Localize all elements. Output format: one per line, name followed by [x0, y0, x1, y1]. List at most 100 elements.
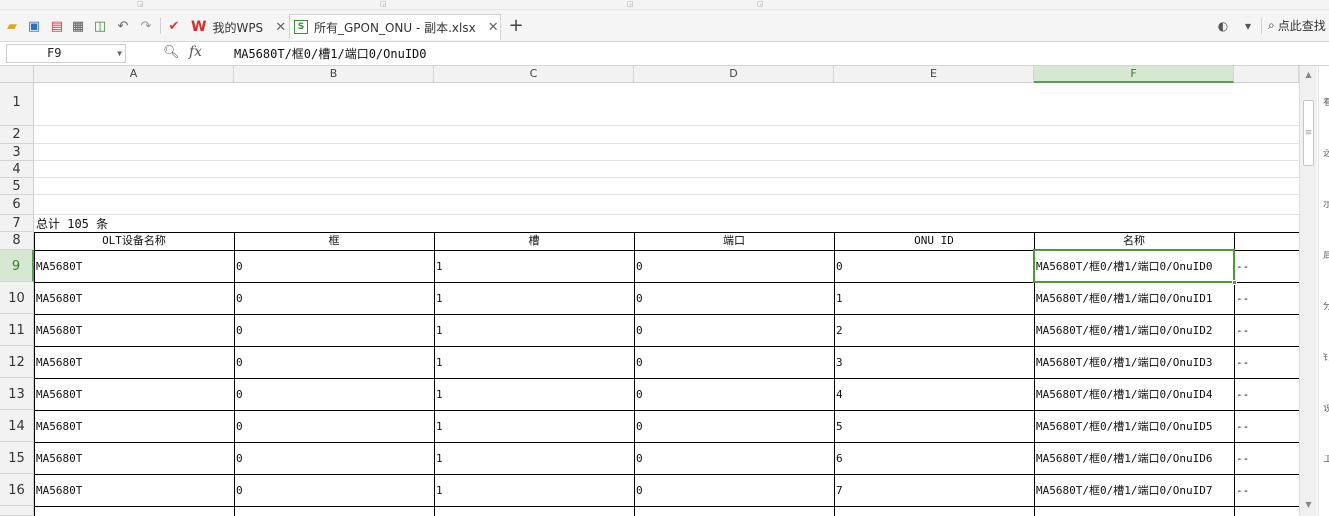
table-cell[interactable]: 0 [634, 282, 834, 314]
table-cell[interactable]: 0 [634, 378, 834, 410]
table-cell[interactable]: MA5680T [34, 474, 234, 506]
pdf-icon[interactable]: ▤ [48, 17, 66, 35]
table-cell[interactable]: 1 [434, 442, 634, 474]
close-icon[interactable]: ✕ [275, 20, 286, 35]
table-cell[interactable]: 0 [634, 250, 834, 282]
table-cell[interactable]: -- [1234, 282, 1299, 314]
row-header[interactable]: 12 [0, 346, 34, 378]
table-cell[interactable]: MA5680T [34, 250, 234, 282]
inbox-icon[interactable]: ▾ [1240, 18, 1256, 34]
print-icon[interactable]: ▦ [69, 17, 87, 35]
table-cell[interactable]: 1 [434, 314, 634, 346]
table-cell[interactable]: MA5680T/框0/槽1/端口0/OnuID2 [1034, 314, 1234, 346]
table-cell[interactable]: 0 [234, 250, 434, 282]
column-header-f[interactable]: F [1034, 66, 1234, 83]
table-cell[interactable]: 1 [434, 410, 634, 442]
task-pane-button[interactable]: 工 [1323, 455, 1329, 465]
table-cell[interactable]: 1 [434, 250, 634, 282]
table-cell[interactable]: 1 [434, 346, 634, 378]
print-preview-icon[interactable]: ◫ [91, 17, 109, 35]
search-box[interactable]: ⌕ 点此查找 [1268, 17, 1326, 34]
table-cell[interactable]: 1 [434, 378, 634, 410]
select-all-corner[interactable] [0, 66, 34, 83]
column-header-b[interactable]: B [234, 66, 434, 83]
table-cell[interactable]: 0 [234, 378, 434, 410]
task-pane-button[interactable]: 选 [1323, 149, 1329, 159]
column-header-a[interactable]: A [34, 66, 234, 83]
table-cell[interactable]: 0 [234, 346, 434, 378]
table-cell[interactable]: 0 [634, 346, 834, 378]
launcher-icon[interactable]: ◲ [627, 0, 635, 8]
task-pane-button[interactable]: 钉 [1323, 353, 1329, 363]
table-cell[interactable]: MA5680T [34, 410, 234, 442]
new-tab-plus-icon[interactable]: + [507, 17, 525, 35]
table-cell[interactable]: -- [1234, 346, 1299, 378]
table-cell[interactable]: MA5680T [34, 282, 234, 314]
row-header[interactable]: 6 [0, 195, 34, 215]
table-cell[interactable]: 5 [834, 410, 1034, 442]
row-header[interactable]: 13 [0, 378, 34, 410]
table-cell[interactable]: 0 [234, 314, 434, 346]
table-cell[interactable]: -- [1234, 474, 1299, 506]
name-box[interactable]: F9 ▼ [6, 44, 126, 63]
table-cell[interactable]: 0 [634, 474, 834, 506]
table-cell[interactable]: MA5680T [34, 314, 234, 346]
formula-input[interactable]: MA5680T/框0/槽1/端口0/OnuID0 [234, 45, 427, 62]
table-cell[interactable]: MA5680T/框0/槽1/端口0/OnuID3 [1034, 346, 1234, 378]
table-cell[interactable]: 1 [834, 282, 1034, 314]
table-cell[interactable]: 0 [234, 442, 434, 474]
table-cell[interactable]: 0 [634, 314, 834, 346]
table-cell[interactable]: 0 [834, 250, 1034, 282]
table-cell[interactable]: 6 [834, 442, 1034, 474]
column-header-d[interactable]: D [634, 66, 834, 83]
row-header[interactable]: 2 [0, 126, 34, 144]
table-cell[interactable]: -- [1234, 314, 1299, 346]
table-cell[interactable]: 3 [834, 346, 1034, 378]
row-header[interactable]: 9 [0, 250, 34, 282]
scroll-down-arrow-icon[interactable]: ▼ [1300, 498, 1317, 512]
table-cell[interactable]: MA5680T [34, 442, 234, 474]
chevron-down-icon[interactable]: ▼ [117, 45, 122, 62]
save-icon[interactable]: ▣ [25, 17, 43, 35]
table-cell[interactable]: 0 [234, 410, 434, 442]
row-header[interactable]: 14 [0, 410, 34, 442]
table-cell[interactable]: MA5680T/框0/槽1/端口0/OnuID1 [1034, 282, 1234, 314]
row-header[interactable]: 10 [0, 282, 34, 314]
row-header[interactable]: 7 [0, 215, 34, 232]
table-cell[interactable]: 1 [434, 474, 634, 506]
insert-function-icon[interactable]: fx [189, 44, 202, 60]
close-icon[interactable]: ✕ [488, 20, 499, 35]
scroll-up-arrow-icon[interactable]: ▲ [1300, 68, 1317, 82]
table-cell[interactable]: -- [1234, 442, 1299, 474]
tab-my-wps[interactable]: W 我的WPS ✕ [187, 14, 287, 40]
task-pane-button[interactable]: 示 [1323, 200, 1329, 210]
table-cell[interactable]: 2 [834, 314, 1034, 346]
table-cell[interactable]: MA5680T [34, 346, 234, 378]
customize-toolbar-icon[interactable]: ✔ [165, 17, 183, 35]
table-cell[interactable]: 7 [834, 474, 1034, 506]
table-cell[interactable]: MA5680T/框0/槽1/端口0/OnuID7 [1034, 474, 1234, 506]
task-pane-button[interactable]: 看 [1323, 98, 1329, 108]
table-cell[interactable]: 0 [234, 282, 434, 314]
table-cell[interactable]: MA5680T/框0/槽1/端口0/OnuID5 [1034, 410, 1234, 442]
row-header[interactable]: 4 [0, 161, 34, 178]
task-pane-button[interactable]: 设 [1323, 404, 1329, 414]
table-cell[interactable]: -- [1234, 410, 1299, 442]
tab-active-workbook[interactable]: S 所有_GPON_ONU - 副本.xlsx ✕ [289, 14, 501, 40]
row-header[interactable]: 1 [0, 83, 34, 126]
task-pane-button[interactable]: 分 [1323, 302, 1329, 312]
table-cell[interactable]: 4 [834, 378, 1034, 410]
fill-handle[interactable] [1232, 280, 1237, 285]
column-header-e[interactable]: E [834, 66, 1034, 83]
row-header[interactable]: 15 [0, 442, 34, 474]
vertical-scrollbar[interactable]: ▲ ≡ ▼ [1299, 66, 1317, 516]
launcher-icon[interactable]: ◲ [380, 0, 388, 8]
task-pane-button[interactable]: 启 [1323, 251, 1329, 261]
row-header[interactable] [0, 506, 34, 516]
table-cell[interactable]: 0 [234, 474, 434, 506]
redo-icon[interactable]: ↷ [137, 17, 155, 35]
table-cell[interactable]: 0 [634, 442, 834, 474]
launcher-icon[interactable]: ◲ [757, 0, 765, 8]
undo-icon[interactable]: ↶ [114, 17, 132, 35]
table-cell[interactable]: MA5680T/框0/槽1/端口0/OnuID4 [1034, 378, 1234, 410]
